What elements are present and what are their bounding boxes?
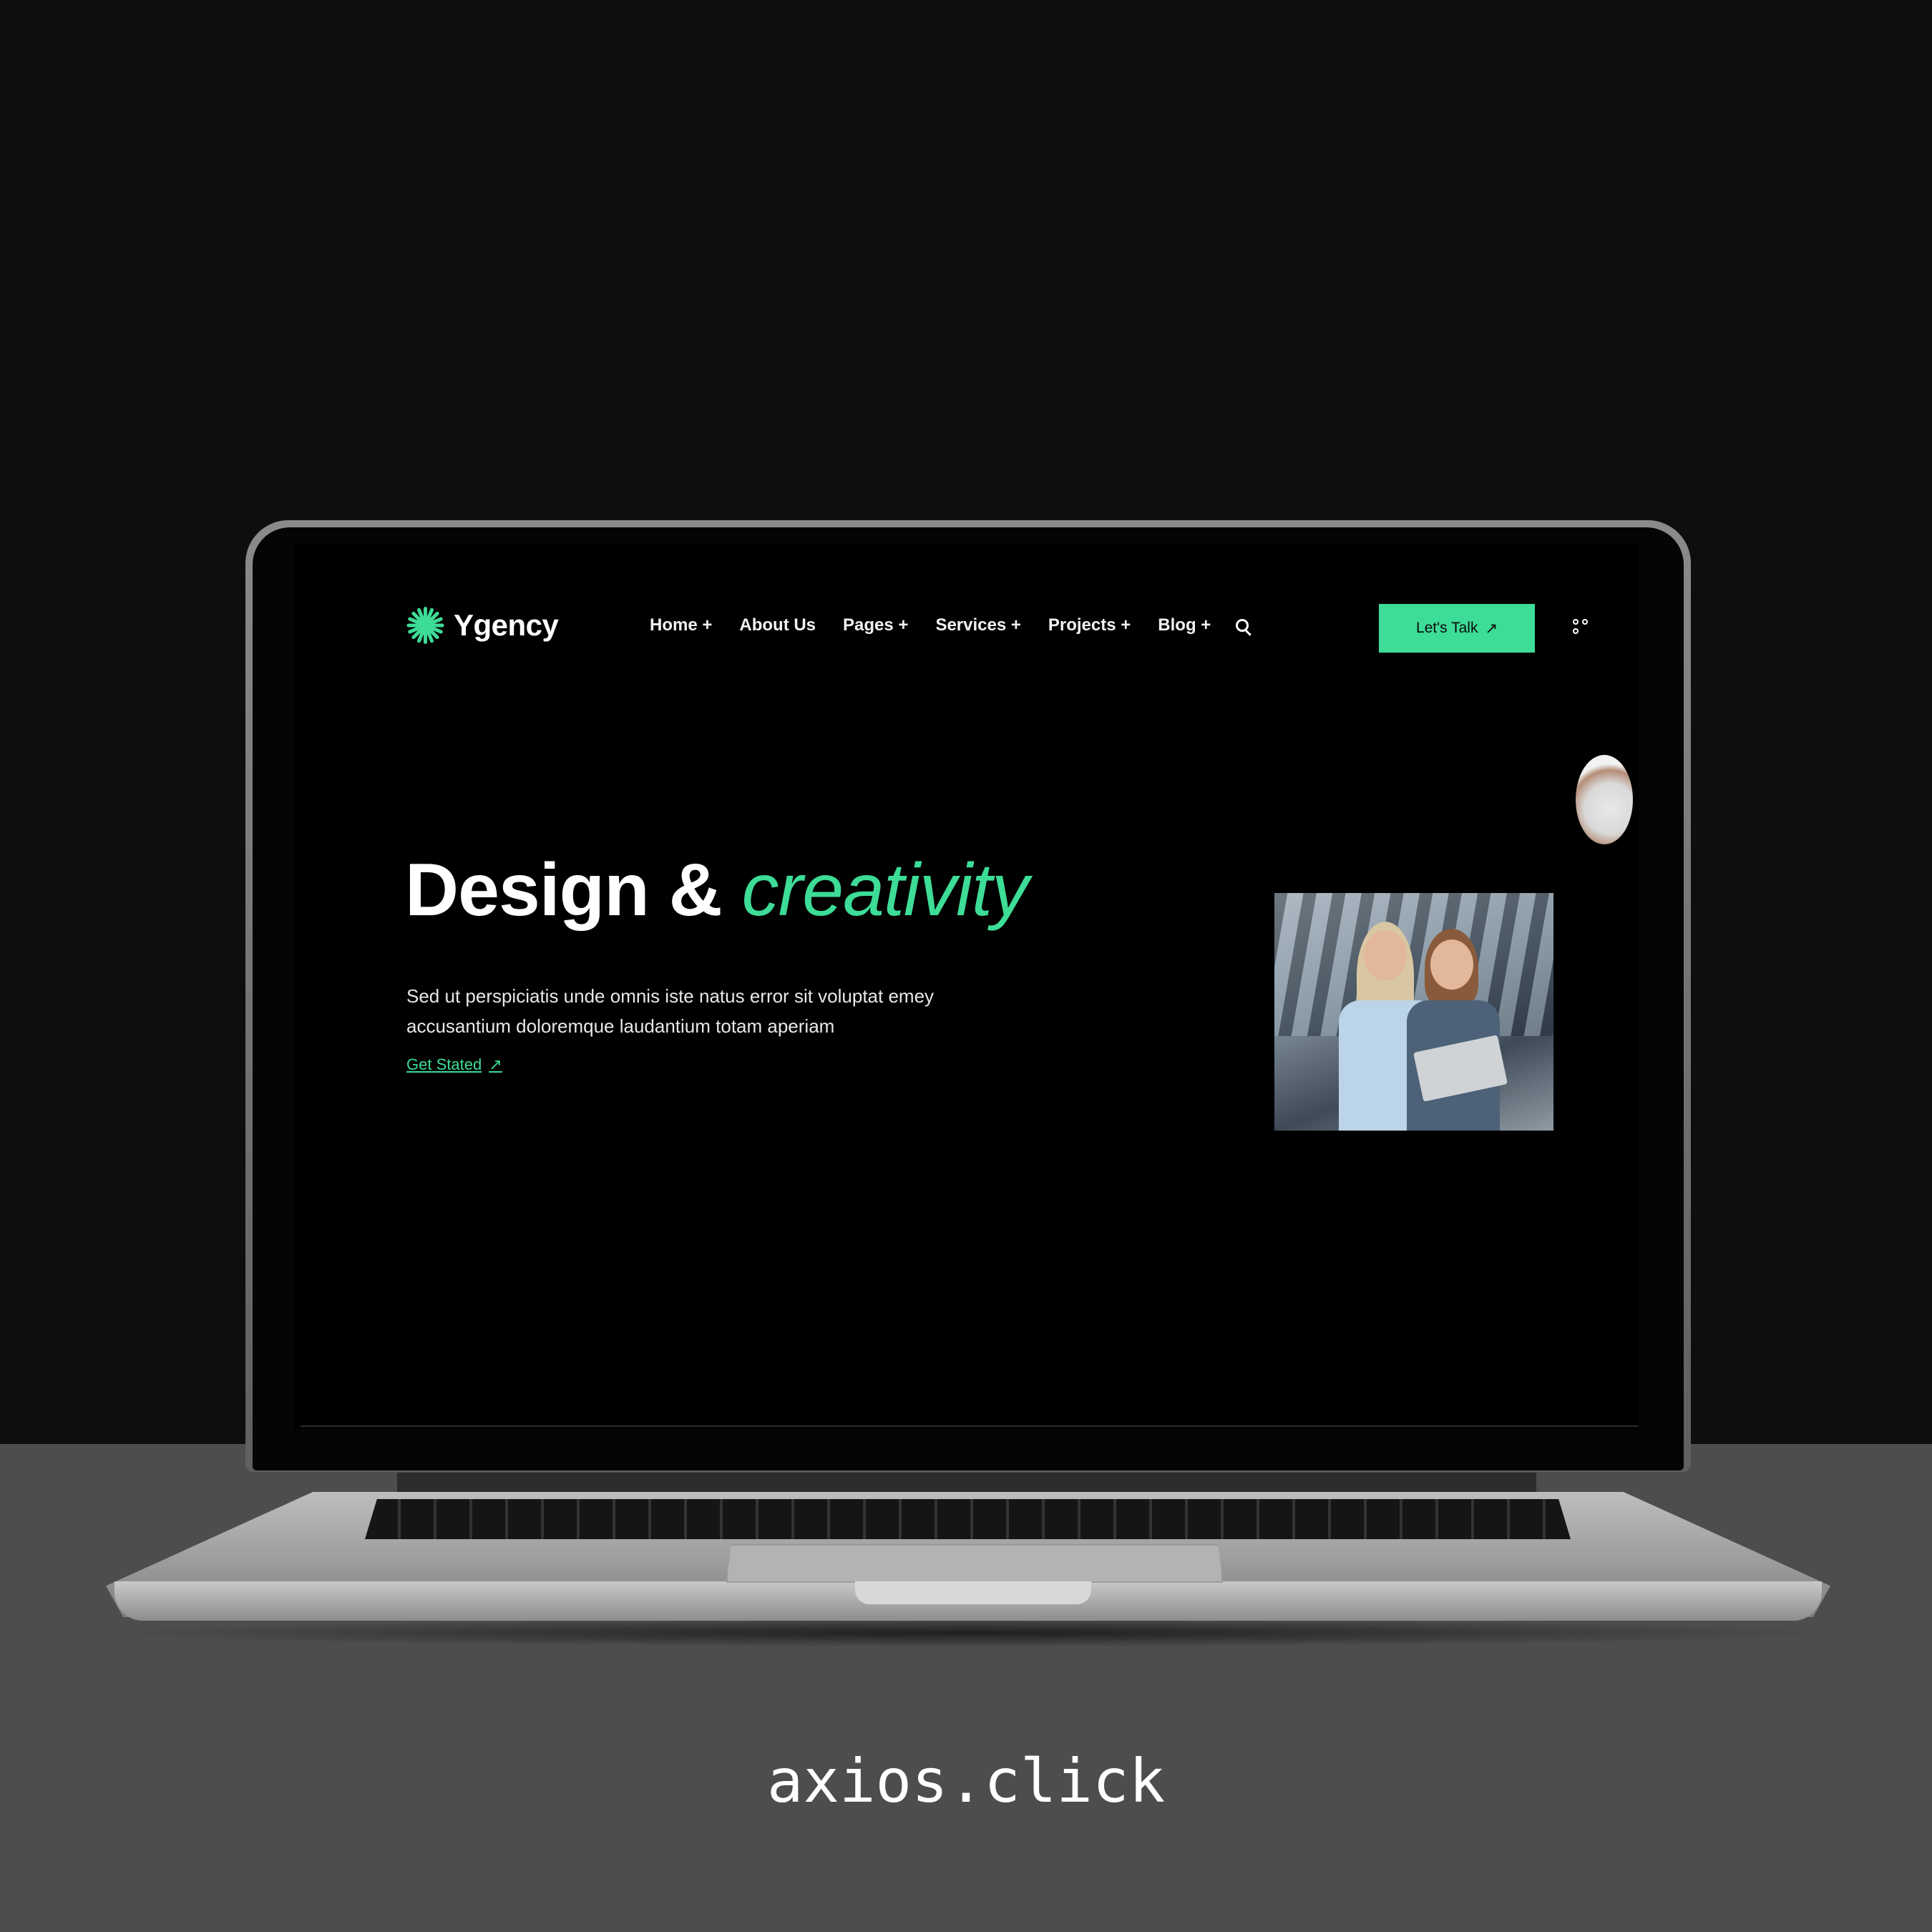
asterisk-logo-icon — [406, 607, 444, 644]
nav-item-pages[interactable]: Pages + — [843, 615, 908, 635]
laptop-lid-notch — [855, 1581, 1091, 1604]
search-icon[interactable] — [1236, 619, 1249, 632]
brand-name: Ygency — [454, 608, 559, 642]
laptop-hinge — [397, 1473, 1536, 1494]
grid-menu-icon[interactable] — [1573, 619, 1590, 636]
get-started-label: Get Stated — [406, 1055, 482, 1073]
hero-title-main: Design & — [405, 849, 742, 932]
brand-logo[interactable]: Ygency — [406, 607, 559, 644]
arrow-up-right-icon: ↗ — [1485, 620, 1498, 637]
laptop-shadow — [100, 1619, 1839, 1647]
floating-avatar-image — [1576, 755, 1633, 844]
lets-talk-button[interactable]: Let's Talk ↗ — [1379, 604, 1535, 653]
nav-item-blog[interactable]: Blog + — [1158, 615, 1211, 635]
nav-item-projects[interactable]: Projects + — [1048, 615, 1131, 635]
laptop-trackpad — [726, 1544, 1223, 1583]
get-started-link[interactable]: Get Stated ↗ — [406, 1055, 502, 1074]
nav-item-services[interactable]: Services + — [935, 615, 1020, 635]
arrow-up-right-icon: ↗ — [489, 1055, 502, 1073]
watermark-text: axios.click — [766, 1746, 1166, 1816]
hero-title: Design & creativity — [405, 848, 1029, 933]
photo-person-right — [1403, 929, 1503, 1131]
hero-title-accent: creativity — [741, 849, 1029, 932]
hero-description: Sed ut perspiciatis unde omnis iste natu… — [406, 985, 935, 1037]
hero-photo — [1274, 893, 1553, 1131]
nav-item-about-us[interactable]: About Us — [739, 615, 816, 635]
main-navigation: Home + About Us Pages + Services + Proje… — [650, 615, 1211, 635]
laptop-keyboard — [365, 1499, 1571, 1539]
screen-edge — [301, 1425, 1639, 1427]
lets-talk-label: Let's Talk — [1415, 620, 1478, 636]
nav-item-home[interactable]: Home + — [650, 615, 712, 635]
